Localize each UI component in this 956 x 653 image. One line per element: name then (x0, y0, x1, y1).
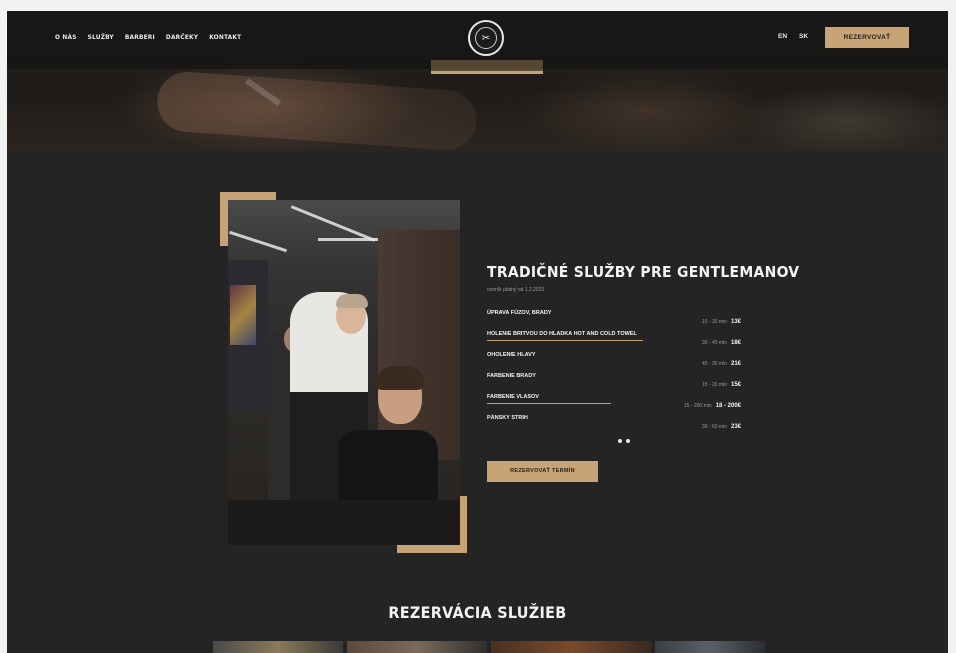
service-name: ÚPRAVA FÚZOV, BRADY (487, 310, 552, 316)
service-row[interactable]: OHOLENIE HLAVY 45 - 30 min 21€ (487, 349, 741, 370)
nav-link-o-nas[interactable]: O NÁS (55, 33, 77, 41)
service-price: 21€ (730, 361, 741, 367)
service-duration: 15 - 200 min (683, 403, 712, 409)
service-meta: 45 - 30 min 21€ (702, 352, 741, 370)
photo-brick-wall (378, 230, 460, 460)
services-subtitle: cenník platný od 1.2.2022 (487, 287, 545, 293)
nav-links: O NÁS SLUŽBY BARBERI DARČEKY KONTAKT (55, 33, 241, 41)
service-row[interactable]: PÁNSKY STRIH 30 - 60 min 23€ (487, 412, 741, 433)
header-reserve-button[interactable]: REZERVOVAŤ (825, 27, 909, 48)
service-row[interactable]: FARBENIE BRADY 15 - 20 min 15€ (487, 370, 741, 391)
reserve-appointment-button[interactable]: REZERVOVAŤ TERMÍN (487, 461, 598, 482)
photo-floor (228, 500, 460, 545)
service-meta: 30 - 60 min 23€ (702, 415, 741, 433)
carousel-dot[interactable] (626, 439, 630, 443)
faded-overlay-button (431, 60, 543, 74)
nav-link-darceky[interactable]: DARČEKY (166, 33, 198, 41)
service-price: 13€ (730, 319, 741, 325)
photo-poster (230, 285, 256, 345)
gallery-thumbnail[interactable] (347, 641, 487, 653)
services-title: TRADIČNÉ SLUŽBY PRE GENTLEMANOV (487, 263, 800, 281)
service-duration: 30 - 60 min (701, 424, 727, 430)
gallery-thumbnail[interactable] (655, 641, 765, 653)
nav-link-barberi[interactable]: BARBERI (125, 33, 155, 41)
service-name: FARBENIE VLASOV (487, 394, 611, 404)
service-price: 15€ (730, 382, 741, 388)
service-name: HOLENIE BRITVOU DO HLADKA HOT AND COLD T… (487, 331, 643, 341)
service-row[interactable]: ÚPRAVA FÚZOV, BRADY 15 - 30 min 13€ (487, 307, 741, 328)
service-duration: 15 - 20 min (701, 382, 727, 388)
service-meta: 15 - 200 min 18 - 200€ (684, 394, 741, 412)
service-name: FARBENIE BRADY (487, 373, 536, 379)
photo-client-hair (376, 366, 424, 390)
service-name: OHOLENIE HLAVY (487, 352, 536, 358)
gallery-thumbnail[interactable] (491, 641, 651, 653)
gallery-thumbnail[interactable] (213, 641, 343, 653)
language-sk[interactable]: SK (799, 33, 808, 40)
service-duration: 15 - 30 min (701, 319, 727, 325)
service-meta: 15 - 30 min 13€ (702, 310, 741, 328)
nav-link-sluzby[interactable]: SLUŽBY (88, 33, 114, 41)
service-meta: 30 - 45 min 18€ (702, 331, 741, 349)
service-price: 18 - 200€ (715, 403, 741, 409)
faded-notice-text (377, 17, 379, 23)
service-name: PÁNSKY STRIH (487, 415, 528, 421)
service-row[interactable]: HOLENIE BRITVOU DO HLADKA HOT AND COLD T… (487, 328, 741, 349)
page: O NÁS SLUŽBY BARBERI DARČEKY KONTAKT ✂ E… (7, 11, 948, 653)
hero-image-arm (155, 69, 479, 153)
service-meta: 15 - 20 min 15€ (702, 373, 741, 391)
service-row[interactable]: FARBENIE VLASOV 15 - 200 min 18 - 200€ (487, 391, 741, 412)
hero-banner: O NÁS SLUŽBY BARBERI DARČEKY KONTAKT ✂ E… (7, 11, 948, 153)
service-price: 23€ (730, 424, 741, 430)
barbershop-logo[interactable]: ✂ (468, 20, 504, 56)
service-duration: 30 - 45 min (701, 340, 727, 346)
service-duration: 45 - 30 min (701, 361, 727, 367)
barber-at-work-photo (228, 200, 460, 545)
nav-link-kontakt[interactable]: KONTAKT (209, 33, 241, 41)
services-price-list: ÚPRAVA FÚZOV, BRADY 15 - 30 min 13€ HOLEN… (487, 307, 741, 433)
service-price: 18€ (730, 340, 741, 346)
carousel-dot[interactable] (618, 439, 622, 443)
language-en[interactable]: EN (778, 33, 787, 40)
carousel-dots (618, 439, 630, 443)
booking-section-title: REZERVÁCIA SLUŽIEB (388, 603, 567, 622)
photo-barber-hair (336, 294, 368, 308)
logo-emblem-icon: ✂ (475, 27, 497, 49)
